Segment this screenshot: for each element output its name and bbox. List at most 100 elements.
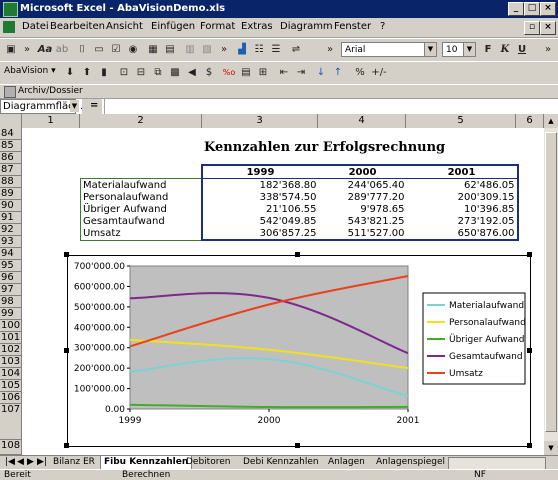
row-label[interactable]: Gesamtaufwand [80,215,202,227]
underline-button[interactable]: U [514,42,530,58]
row-header[interactable]: 86 [0,152,22,164]
table-cell[interactable]: 200'309.15 [406,191,519,203]
row-header[interactable]: 103 [0,356,22,368]
table-icon[interactable]: ▩ [167,65,183,81]
frame-icon[interactable]: ⌷ [74,42,90,58]
resize-handle[interactable] [64,252,69,257]
sort-desc-icon[interactable]: ↑ [330,65,346,81]
menu-extras[interactable]: Extras [241,21,273,32]
font-style-icon[interactable]: Aa [37,42,53,58]
column-header[interactable]: 2 [80,114,202,128]
scroll-up-icon[interactable]: ▲ [544,114,558,128]
menu-format[interactable]: Format [200,21,235,32]
tab-debi-kennzahlen[interactable]: Debi Kennzahlen [240,456,322,469]
tab-bilanz-er[interactable]: Bilanz ER [50,456,98,469]
table-cell[interactable]: 511'527.00 [318,227,407,241]
table-cell[interactable]: 10'396.85 [406,203,519,215]
arrow-down-icon[interactable]: ⬇ [62,65,78,81]
insert-icon[interactable]: ⊡ [116,65,132,81]
workbook-icon[interactable] [3,21,15,33]
properties-icon[interactable]: ☷ [251,42,267,58]
year-header[interactable]: 1999 [200,164,319,179]
combobox-icon[interactable]: ▤ [162,42,178,58]
doc-close-button[interactable]: × [540,21,556,35]
table-cell[interactable]: 273'192.05 [406,215,519,227]
table-cell[interactable]: 244'065.40 [319,179,407,192]
italic-button[interactable]: K [497,42,513,58]
table-cell[interactable]: 62'486.05 [406,178,519,191]
sort-asc-icon[interactable]: ↓ [313,65,329,81]
chart-area[interactable]: 0.00 100'000.00 200'000.00 300'000.00 400'00… [67,255,531,447]
calc-icon[interactable]: ▤ [238,65,254,81]
row-header[interactable]: 96 [0,272,22,284]
line-chart[interactable]: 0.00 100'000.00 200'000.00 300'000.00 400'00… [68,256,530,446]
listbox-icon[interactable]: ▦ [145,42,161,58]
resize-handle[interactable] [295,252,300,257]
menu-fenster[interactable]: Fenster [334,21,371,32]
table-cell[interactable]: 650'876.00 [406,227,519,241]
row-header[interactable]: 84 [0,128,22,140]
row-header[interactable]: 95 [0,260,22,272]
select-all-corner[interactable] [0,114,22,128]
doc-restore-button[interactable]: ▫ [524,21,540,35]
menu-datei[interactable]: Datei [22,21,49,32]
code-icon[interactable]: ☰ [268,42,284,58]
copy-icon[interactable]: ⧉ [150,65,166,81]
menu-ansicht[interactable]: Ansicht [106,21,143,32]
abavision-menu[interactable]: AbaVision ▾ [4,66,56,76]
column-header[interactable]: 3 [202,114,318,128]
row-header[interactable]: 94 [0,248,22,260]
row-header[interactable]: 99 [0,308,22,320]
row-header[interactable]: 105 [0,380,22,392]
more-icon[interactable]: » [19,42,35,58]
table-cell[interactable]: 9'978.65 [319,203,407,215]
formula-input[interactable] [104,99,558,114]
row-header[interactable]: 88 [0,176,22,188]
row-label[interactable]: Übriger Aufwand [80,203,202,215]
more3-icon[interactable]: » [322,42,338,58]
table-cell[interactable]: 289'777.20 [319,191,407,203]
year-header[interactable]: 2001 [406,164,519,179]
table-cell[interactable]: 543'821.25 [319,215,407,227]
name-box[interactable]: Diagrammfläc... [0,99,83,114]
tab-fibu-kennzahlen[interactable]: Fibu Kennzahlen [100,456,193,470]
tab-anlagen[interactable]: Anlagen [325,456,368,469]
tab-anlagenspiegel[interactable]: Anlagenspiegel [373,456,448,469]
document-icon[interactable]: ▮ [96,65,112,81]
row-header[interactable]: 97 [0,284,22,296]
scroll-thumb[interactable] [545,132,557,432]
vertical-scrollbar[interactable]: ▲ ▼ [544,114,558,455]
resize-handle[interactable] [295,443,300,448]
tab-last-icon[interactable]: ▶| [34,456,50,469]
row-header[interactable]: 90 [0,200,22,212]
table-cell[interactable]: 182'368.80 [200,178,319,191]
more2-icon[interactable]: » [216,42,232,58]
menu-diagramm[interactable]: Diagramm [280,21,333,32]
menu-einfuegen[interactable]: Einfügen [151,21,195,32]
currency-icon[interactable]: $ [201,65,217,81]
row-header[interactable]: 92 [0,224,22,236]
row-label[interactable]: Personalaufwand [80,191,202,203]
table-cell[interactable]: 338'574.50 [200,191,319,203]
row-header[interactable]: 108 [0,440,22,455]
column-header[interactable]: 6 [516,114,544,128]
resize-handle[interactable] [527,252,532,257]
resize-handle[interactable] [527,348,532,353]
worksheet-grid[interactable]: Kennzahlen zur Erfolgsrechnung 1999 2000… [22,128,544,455]
menu-help[interactable]: ? [380,21,385,32]
row-label[interactable]: Materialaufwand [80,178,202,191]
column-header[interactable]: 1 [22,114,80,128]
tab-debitoren[interactable]: Debitoren [183,456,233,469]
filter-icon[interactable]: ⊟ [133,65,149,81]
row-header[interactable]: 101 [0,332,22,344]
maximize-button[interactable]: □ [524,2,540,16]
menu-bearbeiten[interactable]: Bearbeiten [50,21,105,32]
list-icon[interactable]: ⊞ [255,65,271,81]
table-cell[interactable]: 306'857.25 [200,227,319,241]
outdent-icon[interactable]: ⇥ [293,65,309,81]
button-icon[interactable]: ▭ [91,42,107,58]
indent-icon[interactable]: ⇤ [276,65,292,81]
excel-app-icon[interactable] [3,2,18,17]
table-cell[interactable]: 542'049.85 [200,215,319,227]
textbox-icon[interactable]: ab [54,42,70,58]
